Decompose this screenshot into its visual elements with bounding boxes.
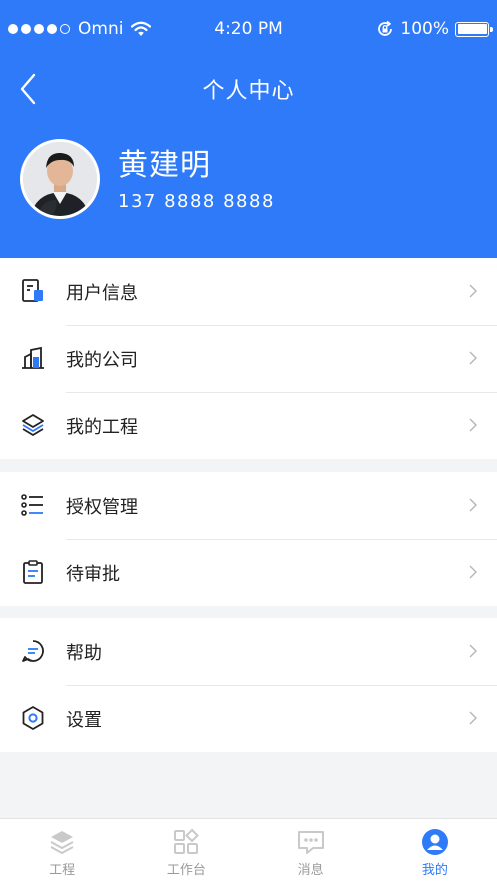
menu-item-label: 帮助 — [66, 642, 102, 664]
authorization-list-icon — [21, 494, 43, 516]
navigation-bar: 个人中心 — [0, 58, 497, 120]
profile-card[interactable]: 黄建明 137 8888 8888 — [20, 139, 275, 219]
chevron-right-icon — [469, 418, 477, 432]
rotation-lock-icon — [378, 20, 393, 36]
menu-group-support: 帮助 设置 — [0, 618, 497, 752]
clipboard-pending-icon — [23, 560, 43, 584]
chevron-right-icon — [469, 565, 477, 579]
menu-item-my-projects[interactable]: 我的工程 — [0, 392, 497, 459]
menu-item-label: 授权管理 — [66, 496, 138, 518]
chevron-right-icon — [469, 351, 477, 365]
bottom-tab-bar: 工程 工作台 消息 我的 — [0, 818, 497, 883]
layers-project-icon — [22, 414, 44, 436]
settings-hexagon-icon — [22, 706, 44, 730]
menu-item-label: 用户信息 — [66, 282, 138, 304]
menu-item-label: 设置 — [66, 709, 102, 731]
page-title: 个人中心 — [202, 79, 295, 104]
company-building-icon — [22, 346, 44, 369]
tab-workbench[interactable]: 工作台 — [124, 819, 248, 883]
user-phone: 137 8888 8888 — [118, 190, 275, 212]
menu-item-user-info[interactable]: 用户信息 — [0, 258, 497, 325]
tab-projects[interactable]: 工程 — [0, 819, 124, 883]
help-chat-icon — [22, 640, 44, 662]
chevron-right-icon — [469, 711, 477, 725]
menu-group-approval: 授权管理 待审批 — [0, 472, 497, 606]
battery-icon — [455, 21, 493, 37]
menu-item-label: 待审批 — [66, 563, 120, 585]
user-info-icon — [22, 279, 43, 302]
avatar-person-icon — [23, 142, 97, 216]
menu-item-pending-approval[interactable]: 待审批 — [0, 539, 497, 606]
menu-item-help[interactable]: 帮助 — [0, 618, 497, 685]
tab-messages[interactable]: 消息 — [249, 819, 373, 883]
menu-item-my-company[interactable]: 我的公司 — [0, 325, 497, 392]
chevron-right-icon — [469, 644, 477, 658]
menu-item-authorization[interactable]: 授权管理 — [0, 472, 497, 539]
status-bar: Omni 4:20 PM 100% — [0, 0, 497, 58]
message-bubble-icon — [297, 831, 324, 854]
menu-group-account: 用户信息 我的公司 我的工程 — [0, 258, 497, 459]
tab-label: 我的 — [421, 863, 448, 878]
user-name: 黄建明 — [118, 147, 211, 183]
workbench-grid-icon — [174, 828, 200, 854]
status-right: 100% — [376, 19, 493, 39]
tab-label: 工作台 — [166, 863, 206, 878]
profile-header: Omni 4:20 PM 100% 个人中心 黄建明 137 8888 8888 — [0, 0, 497, 258]
profile-person-icon — [421, 829, 448, 855]
menu-item-label: 我的工程 — [66, 416, 138, 438]
tab-label: 工程 — [49, 863, 76, 878]
battery-percent: 100% — [400, 19, 449, 39]
chevron-right-icon — [469, 284, 477, 298]
menu-item-settings[interactable]: 设置 — [0, 685, 497, 752]
profile-info: 黄建明 137 8888 8888 — [118, 147, 275, 212]
tab-label: 消息 — [297, 863, 324, 878]
tab-mine[interactable]: 我的 — [373, 819, 497, 883]
chevron-right-icon — [469, 498, 477, 512]
menu-item-label: 我的公司 — [66, 349, 138, 371]
avatar[interactable] — [20, 139, 100, 219]
project-layers-icon — [50, 831, 74, 854]
